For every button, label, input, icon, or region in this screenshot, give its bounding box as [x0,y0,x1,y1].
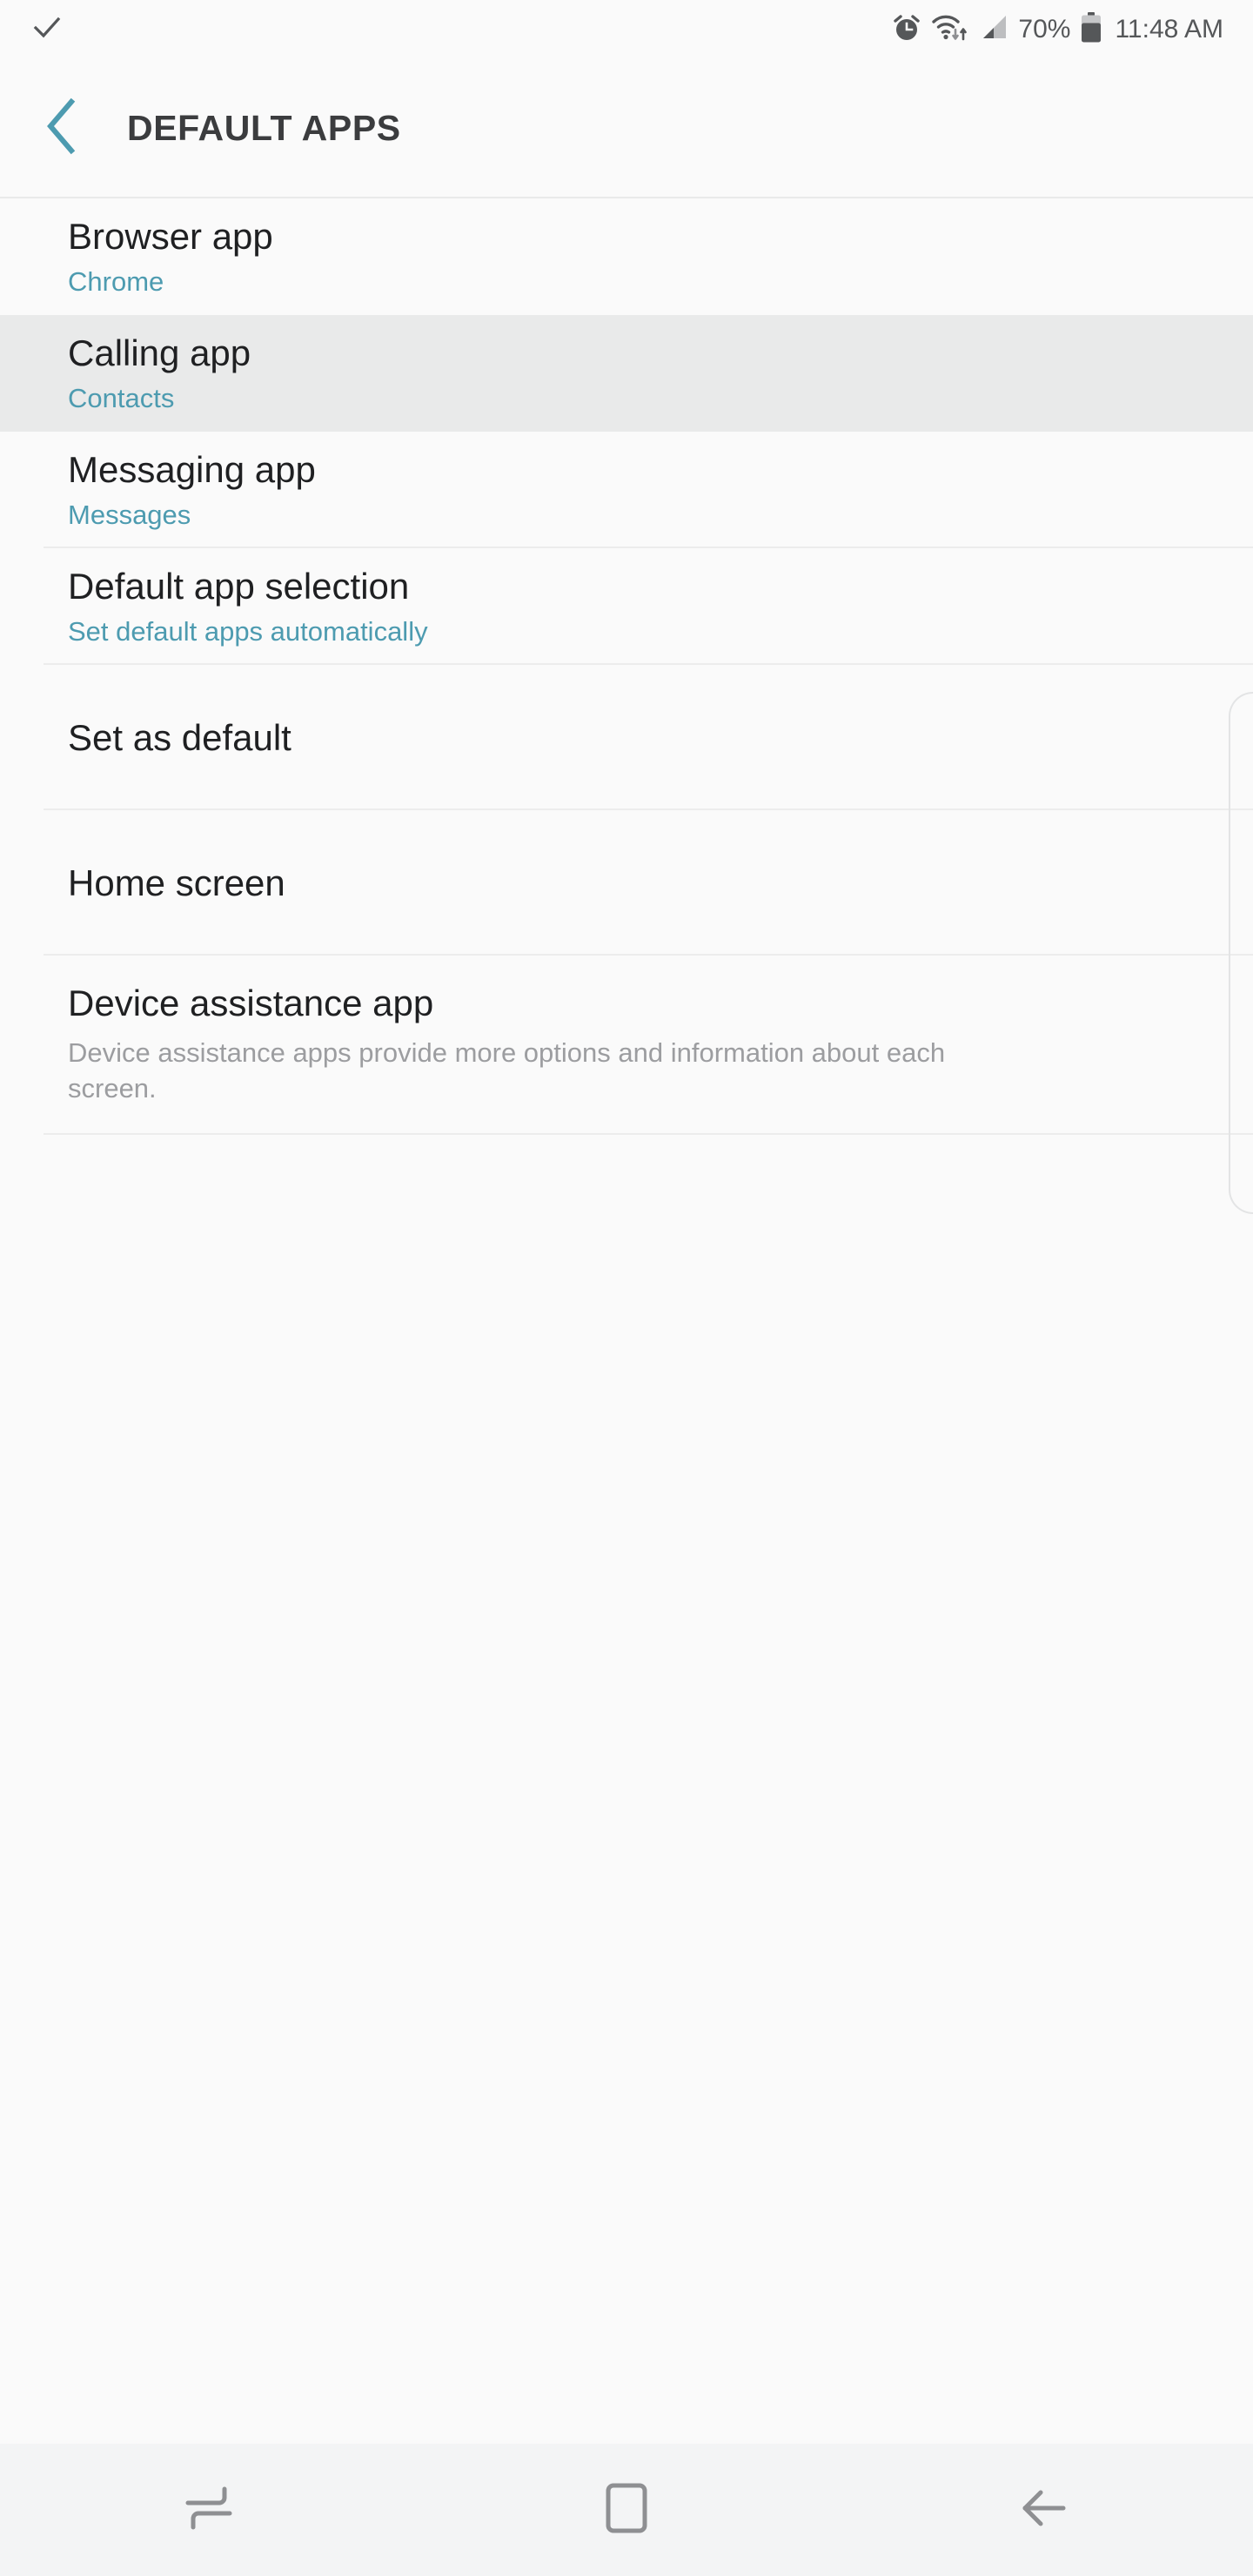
list-item-browser-app[interactable]: Browser app Chrome [0,198,1253,315]
list-item-title: Default app selection [68,565,410,607]
nav-back-button[interactable] [914,2444,1175,2576]
checkmark-icon [31,12,63,48]
settings-list: Browser app Chrome Calling app Contacts … [0,198,1253,1135]
list-item-device-assistance-app[interactable]: Device assistance app Device assistance … [0,956,1253,1135]
list-item-title: Home screen [68,862,285,903]
navigation-bar [0,2444,1253,2576]
battery-icon [1080,11,1102,48]
recents-icon [181,2480,237,2540]
battery-percent-label: 70% [1018,15,1071,44]
alarm-clock-icon [892,13,921,47]
home-icon [601,2480,652,2540]
list-divider [44,1133,1253,1135]
chevron-left-icon [40,95,89,162]
list-item-subtitle: Set default apps automatically [68,616,428,647]
scrollbar[interactable] [1229,692,1253,1214]
back-arrow-icon [1016,2480,1072,2540]
app-header: DEFAULT APPS [0,59,1253,198]
list-item-set-as-default[interactable]: Set as default [0,665,1253,810]
page-title: DEFAULT APPS [127,108,401,148]
list-item-subtitle: Chrome [68,266,164,298]
list-item-title: Browser app [68,215,273,257]
list-item-subtitle: Contacts [68,383,175,414]
list-item-title: Calling app [68,332,251,373]
nav-recents-button[interactable] [78,2444,339,2576]
list-item-messaging-app[interactable]: Messaging app Messages [0,432,1253,548]
list-item-subtitle: Messages [68,500,191,531]
nav-home-button[interactable] [496,2444,757,2576]
status-bar-clock: 11:48 AM [1115,15,1223,44]
list-item-title: Set as default [68,716,291,758]
list-item-description: Device assistance apps provide more opti… [68,1036,946,1104]
status-bar: 70% 11:48 AM [0,0,1253,59]
cellular-signal-icon [979,13,1008,47]
list-item-default-app-selection[interactable]: Default app selection Set default apps a… [0,548,1253,665]
list-item-title: Device assistance app [68,983,434,1024]
list-item-calling-app[interactable]: Calling app Contacts [0,315,1253,432]
status-bar-left [31,12,63,48]
back-button[interactable] [23,87,106,171]
list-item-title: Messaging app [68,448,316,490]
wifi-icon [931,13,969,47]
list-item-home-screen[interactable]: Home screen [0,810,1253,956]
status-bar-right: 70% 11:48 AM [892,11,1223,48]
